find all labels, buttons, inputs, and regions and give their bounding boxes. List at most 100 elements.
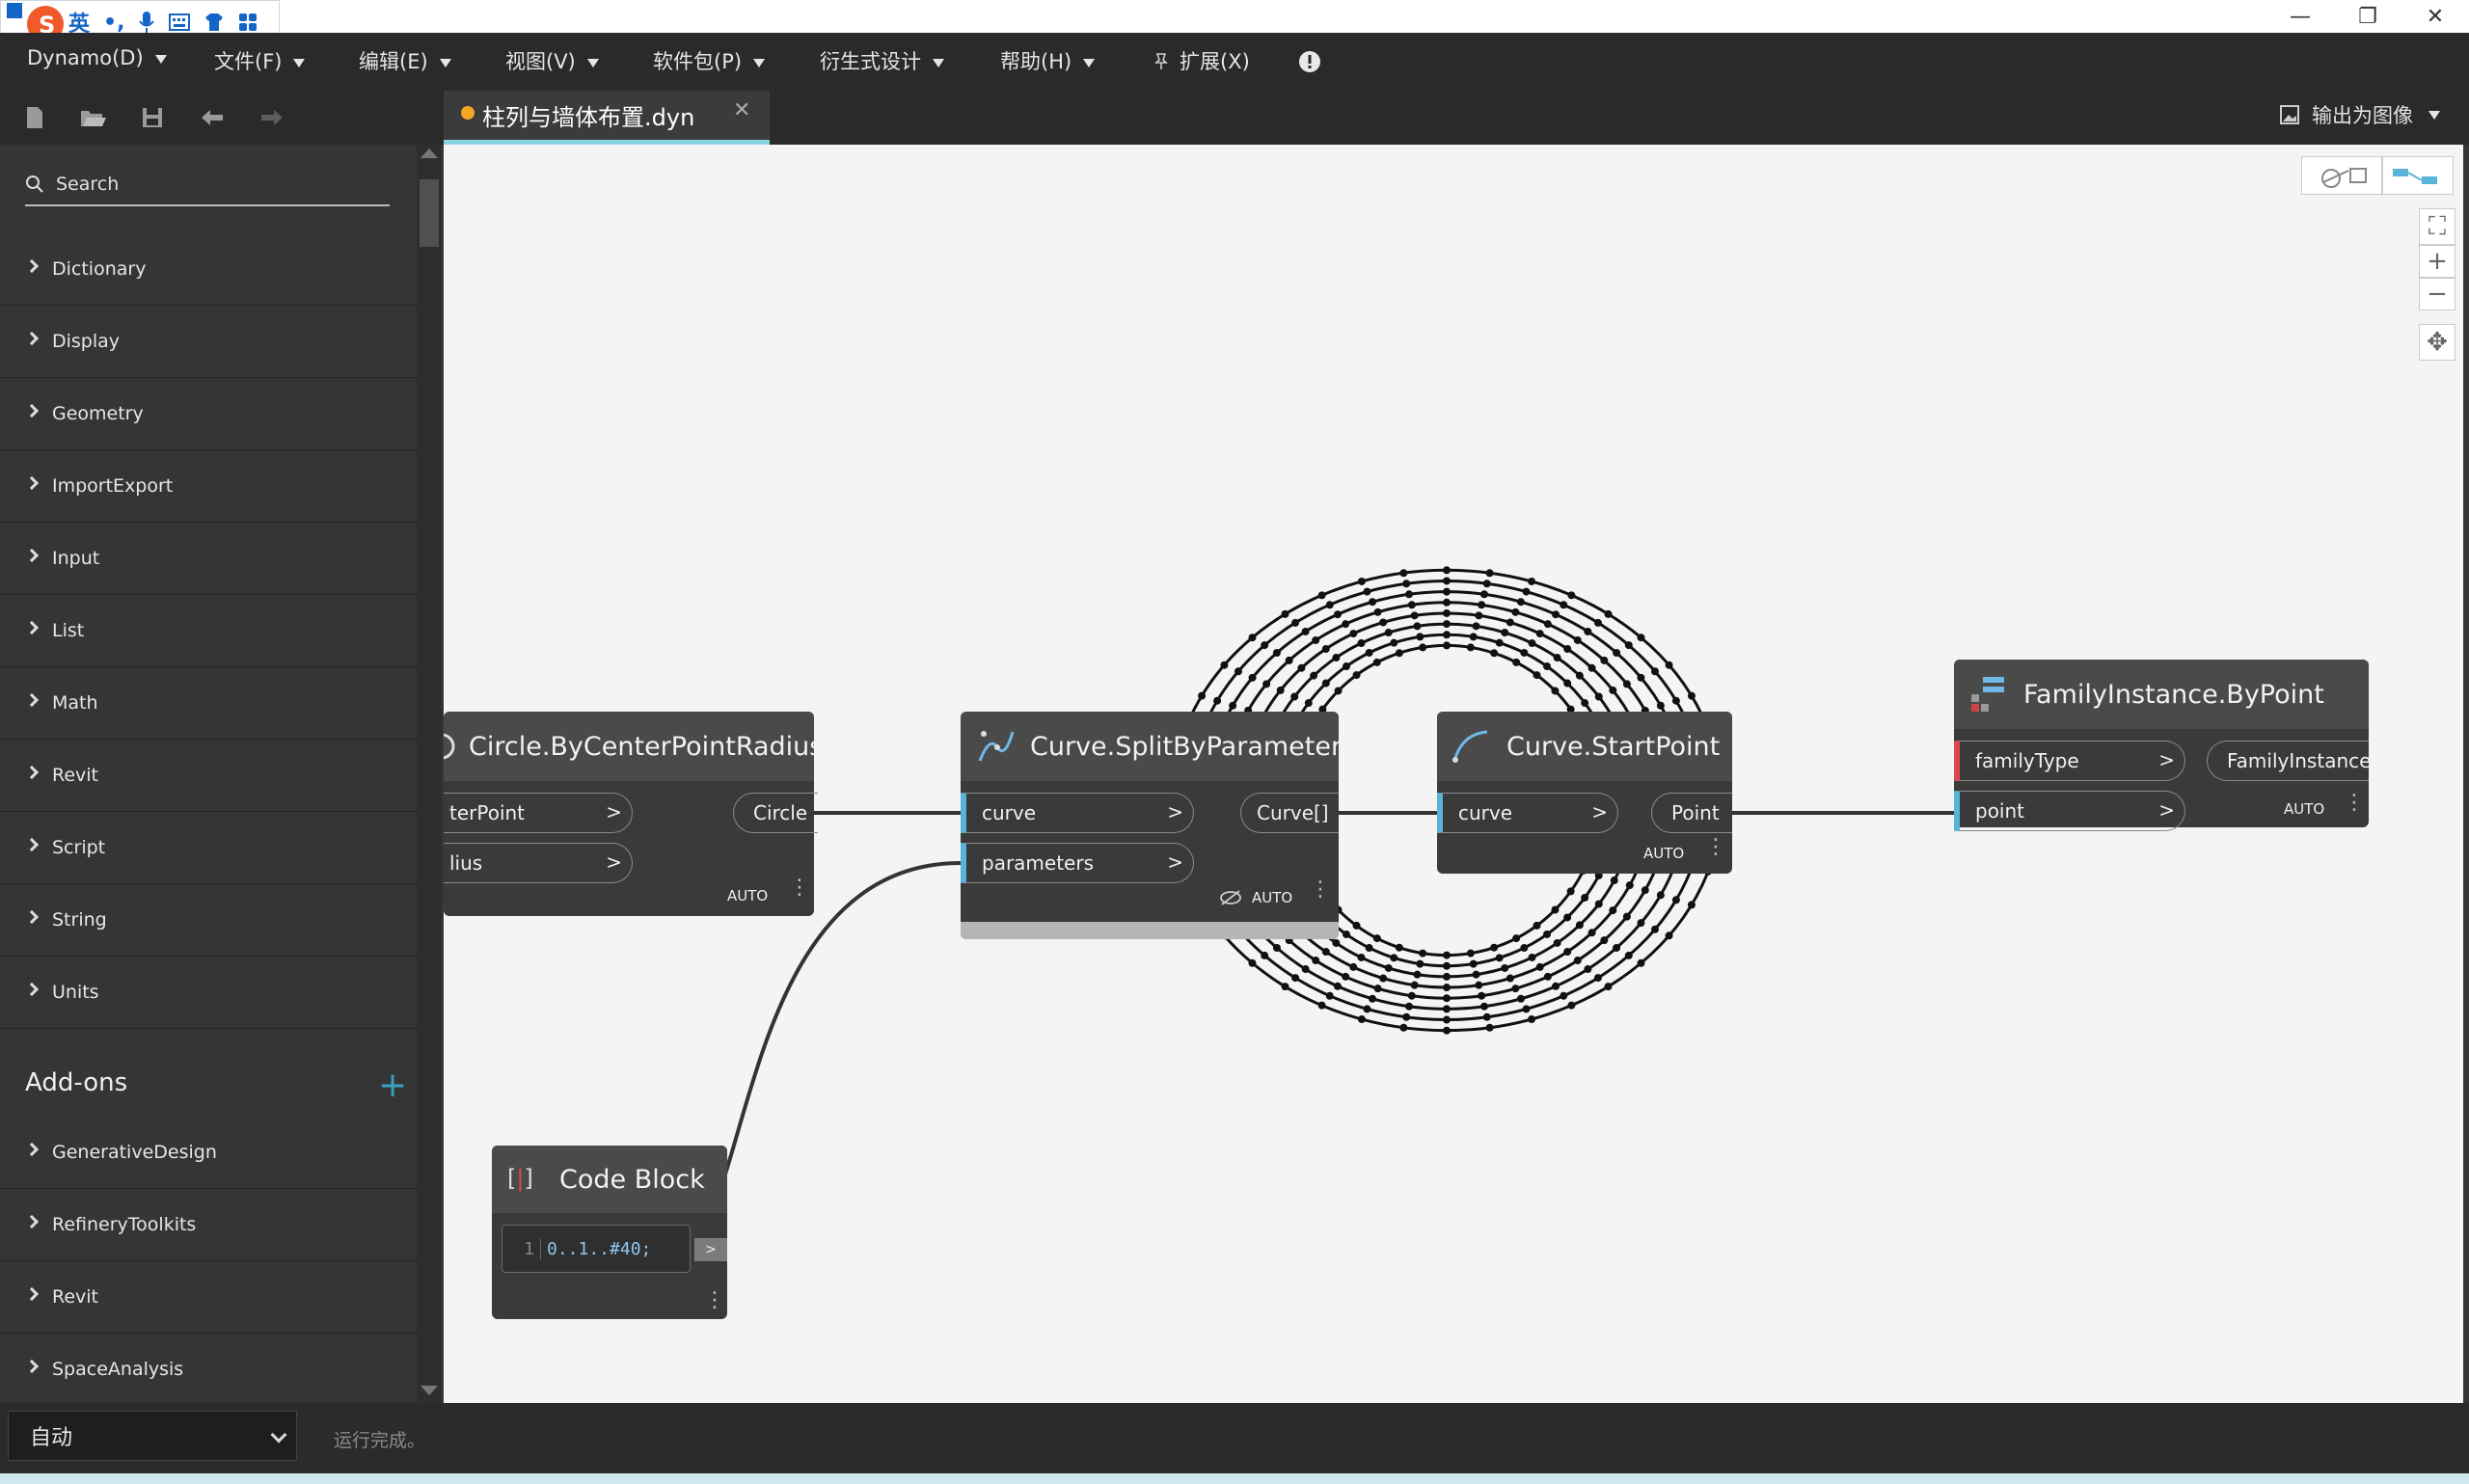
restore-button[interactable]: ❐ <box>2334 0 2401 33</box>
menu-dynamo[interactable]: Dynamo(D) <box>27 46 167 69</box>
toolbox-icon[interactable] <box>238 13 258 32</box>
library-category-script[interactable]: Script <box>0 812 417 884</box>
zoom-out-icon[interactable]: − <box>2419 278 2455 310</box>
addon-category-refinerytoolkits[interactable]: RefineryToolkits <box>0 1189 417 1261</box>
output-port-code[interactable]: > <box>694 1238 727 1261</box>
menu-packages[interactable]: 软件包(P) <box>653 46 766 75</box>
library-scrollbar[interactable] <box>417 145 442 1403</box>
skin-icon[interactable] <box>203 13 225 32</box>
output-port-circle[interactable]: Circle <box>733 793 818 833</box>
keyboard-icon[interactable] <box>169 13 191 31</box>
redo-icon[interactable] <box>257 102 287 133</box>
undo-icon[interactable] <box>197 102 228 133</box>
zoom-to-fit-icon[interactable]: ⛶ <box>2419 208 2455 245</box>
library-category-string[interactable]: String <box>0 884 417 957</box>
save-icon[interactable] <box>137 102 168 133</box>
output-port-point[interactable]: Point <box>1651 793 1732 833</box>
library-category-geometry[interactable]: Geometry <box>0 378 417 450</box>
node-menu-icon[interactable]: ⋮ <box>704 1290 725 1311</box>
library-category-display[interactable]: Display <box>0 306 417 378</box>
minimize-button[interactable]: — <box>2266 0 2334 33</box>
input-port-point[interactable]: point > <box>1954 791 2185 831</box>
node-preview-bar[interactable] <box>961 922 1339 939</box>
search-input[interactable]: Search <box>56 174 119 195</box>
add-addon-icon[interactable]: + <box>378 1068 407 1103</box>
code-text[interactable]: 0..1..#40; <box>541 1239 651 1259</box>
code-editor[interactable]: 1 0..1..#40; <box>502 1225 691 1273</box>
input-port-curve[interactable]: curve > <box>961 793 1194 833</box>
preview-point <box>1613 944 1621 953</box>
lacing-badge[interactable]: AUTO <box>1252 889 1292 906</box>
run-mode-select[interactable]: 自动 <box>8 1411 297 1461</box>
graph-view-toggle[interactable] <box>2382 156 2454 195</box>
library-category-list[interactable]: List <box>0 595 417 667</box>
lacing-badge[interactable]: AUTO <box>2284 800 2324 818</box>
background-preview-toggle[interactable] <box>2301 156 2382 195</box>
export-as-image-button[interactable]: 输出为图像 <box>2279 100 2440 129</box>
addon-category-revit[interactable]: Revit <box>0 1261 417 1334</box>
node-circle-by-center-point-radius[interactable]: Circle.ByCenterPointRadius terPoint > liu… <box>444 712 818 916</box>
chevron-right-icon <box>24 620 40 635</box>
node-menu-icon[interactable]: ⋮ <box>1705 837 1726 858</box>
menu-extensions[interactable]: 扩展(X) <box>1153 46 1250 75</box>
preview-point <box>1443 631 1451 639</box>
open-file-icon[interactable] <box>77 102 108 133</box>
preview-point <box>1687 901 1696 909</box>
input-port-radius[interactable]: lius > <box>444 843 633 883</box>
lacing-badge[interactable]: AUTO <box>727 887 768 904</box>
library-category-input[interactable]: Input <box>0 523 417 595</box>
node-curve-start-point[interactable]: Curve.StartPoint curve > Point AUTO ⋮ <box>1437 712 1732 874</box>
scroll-down-icon[interactable] <box>421 1386 438 1395</box>
library-category-units[interactable]: Units <box>0 957 417 1029</box>
new-file-icon[interactable] <box>19 102 50 133</box>
ime-punct[interactable]: •, <box>103 11 124 35</box>
preview-point <box>1373 985 1382 993</box>
node-menu-icon[interactable]: ⋮ <box>789 877 810 899</box>
preview-point <box>1543 662 1552 671</box>
microphone-icon[interactable] <box>138 11 155 34</box>
preview-point <box>1637 634 1645 642</box>
tab-workspace[interactable]: 柱列与墙体布置.dyn ✕ <box>444 91 770 145</box>
tab-close-icon[interactable]: ✕ <box>733 98 750 122</box>
output-port-family-instance[interactable]: FamilyInstance <box>2207 741 2369 781</box>
notification-icon[interactable] <box>1298 50 1321 73</box>
preview-point <box>1416 633 1424 641</box>
preview-point <box>1281 609 1289 618</box>
input-port-parameters[interactable]: parameters > <box>961 843 1194 883</box>
preview-hidden-icon[interactable] <box>1219 889 1242 906</box>
node-family-instance-by-point[interactable]: FamilyInstance.ByPoint familyType > point… <box>1954 660 2369 831</box>
preview-point <box>1443 1026 1451 1035</box>
input-port-center-point[interactable]: terPoint > <box>444 793 633 833</box>
node-code-block[interactable]: [|] Code Block 1 0..1..#40; > ⋮ <box>492 1146 727 1319</box>
line-number: 1 <box>502 1238 541 1259</box>
library-category-revit[interactable]: Revit <box>0 740 417 812</box>
menu-help[interactable]: 帮助(H) <box>1000 46 1096 75</box>
preview-point <box>1321 645 1330 654</box>
close-window-button[interactable]: ✕ <box>2401 0 2469 33</box>
menu-generative-design[interactable]: 衍生式设计 <box>820 46 944 75</box>
menu-view[interactable]: 视图(V) <box>505 46 599 75</box>
scroll-up-icon[interactable] <box>421 148 438 158</box>
input-port-curve[interactable]: curve > <box>1437 793 1618 833</box>
addon-category-generativedesign[interactable]: GenerativeDesign <box>0 1117 417 1189</box>
preview-point <box>1593 618 1602 627</box>
preview-point <box>1543 620 1552 629</box>
lacing-badge[interactable]: AUTO <box>1643 845 1684 862</box>
menu-file[interactable]: 文件(F) <box>214 46 306 75</box>
input-port-family-type[interactable]: familyType > <box>1954 741 2185 781</box>
node-menu-icon[interactable]: ⋮ <box>1310 879 1331 901</box>
node-menu-icon[interactable]: ⋮ <box>2344 793 2365 814</box>
category-label: ImportExport <box>52 475 174 497</box>
library-category-dictionary[interactable]: Dictionary <box>0 233 417 306</box>
scroll-thumb[interactable] <box>420 179 439 247</box>
library-search[interactable]: Search <box>25 164 390 206</box>
library-category-importexport[interactable]: ImportExport <box>0 450 417 523</box>
addon-category-spaceanalysis[interactable]: SpaceAnalysis <box>0 1334 417 1406</box>
menu-edit[interactable]: 编辑(E) <box>359 46 451 75</box>
node-curve-split-by-parameter[interactable]: Curve.SplitByParameter curve > parameters… <box>961 712 1339 939</box>
graph-canvas[interactable]: ⛶ + − ✥ Circle.ByCenterPointRadius terPo… <box>444 145 2463 1403</box>
output-port-curves[interactable]: Curve[] <box>1240 793 1339 833</box>
pan-icon[interactable]: ✥ <box>2419 324 2455 361</box>
library-category-math[interactable]: Math <box>0 667 417 740</box>
zoom-in-icon[interactable]: + <box>2419 245 2455 278</box>
